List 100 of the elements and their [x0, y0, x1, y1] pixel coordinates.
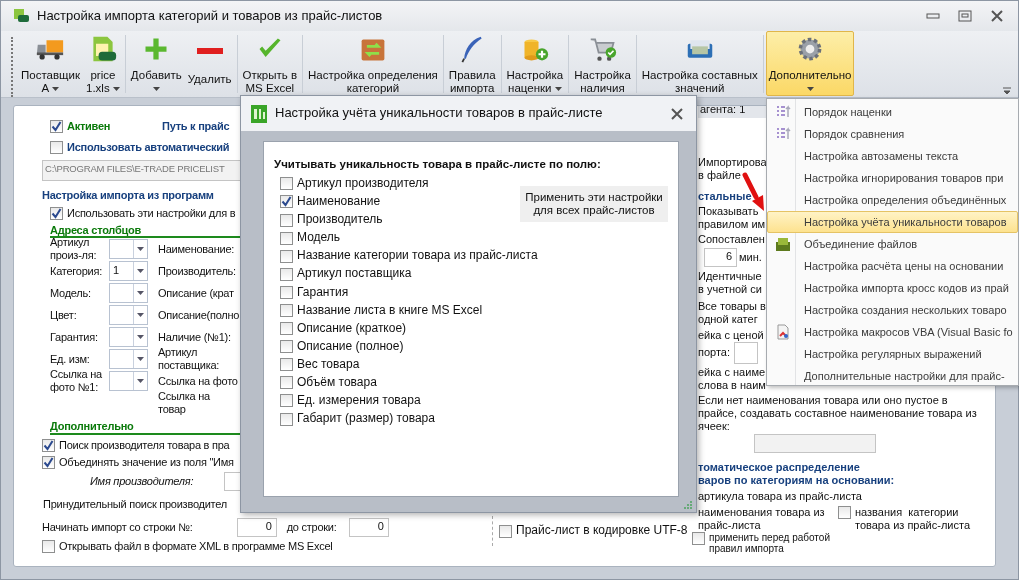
toolbar-button[interactable]: Открыть в MS Excel [239, 31, 301, 96]
checkbox-label: Активен [67, 120, 112, 133]
checkbox[interactable] [692, 532, 705, 545]
label-text: наименования товара из прайс-листа [698, 506, 826, 532]
close-button[interactable] [990, 9, 1004, 23]
combo-box[interactable] [109, 371, 148, 392]
toolbar-button[interactable]: Настройка составных значений [638, 31, 761, 96]
menu-item[interactable]: Настройка расчёта цены на основании [767, 255, 1018, 277]
checkbox[interactable] [280, 376, 293, 390]
menu-item[interactable]: Дополнительные настройки для прайс- [767, 365, 1018, 387]
checkbox[interactable] [280, 340, 293, 354]
menu-item[interactable]: Порядок наценки [767, 101, 1018, 123]
checkbox[interactable] [499, 524, 512, 538]
text-field[interactable] [754, 434, 876, 453]
document-icon [775, 324, 791, 340]
combo-box[interactable] [109, 327, 148, 348]
checkbox[interactable] [50, 141, 63, 154]
text-field[interactable] [734, 342, 759, 364]
app-icon [13, 8, 29, 24]
stack-icon [775, 236, 791, 252]
toolbar-button[interactable]: Настройка наценки [503, 31, 567, 96]
apply-button[interactable]: Применить эти настройки для всех прайс-листов [520, 186, 668, 222]
collapse-icon[interactable] [1002, 87, 1012, 95]
path-field[interactable]: C:\PROGRAM FILES\E-TRADE PRICELIST [42, 160, 242, 181]
checkbox[interactable] [50, 120, 63, 133]
checkbox-label: Открывать файл в формате XML в программе MS Excel [59, 539, 333, 553]
number-field[interactable]: 0 [236, 517, 277, 537]
section-heading: Путь к прайс [162, 120, 230, 133]
menu-item[interactable]: Настройка регулярных выражений [767, 343, 1018, 365]
combo-box[interactable]: 1 [109, 261, 148, 282]
section-heading: стальные [698, 190, 752, 202]
combo-box[interactable] [109, 283, 148, 304]
field-label: Гарантия: [50, 330, 99, 344]
label-text: одной катег [698, 313, 758, 325]
checkbox-label: Поиск производителя товара в пра [59, 439, 230, 452]
toolbar-button[interactable]: Дополнительно [765, 31, 855, 96]
field-label: до строки: [286, 520, 337, 534]
checkbox[interactable] [42, 539, 55, 553]
field-label: Наличие (№1): [158, 330, 232, 344]
close-button[interactable] [670, 106, 684, 121]
label-text: в учетной си [698, 283, 762, 295]
combo-box[interactable] [109, 349, 148, 370]
checkbox-label: Использовать эти настройки для в [67, 206, 236, 220]
toolbar-button[interactable]: Удалить [184, 31, 235, 96]
label-text: Импортирова [698, 156, 767, 168]
checkbox-label: Артикул поставщика [297, 267, 412, 282]
checkbox[interactable] [280, 394, 293, 408]
restore-button[interactable] [958, 9, 972, 23]
field-label: Ссылка на фото [158, 374, 238, 388]
caret-icon [137, 291, 144, 296]
checkbox[interactable] [280, 304, 293, 317]
checkbox[interactable] [280, 267, 293, 281]
caret-icon [137, 335, 144, 340]
checkbox-label: Название листа в книге MS Excel [297, 303, 483, 318]
checkbox[interactable] [280, 358, 293, 372]
menu-item[interactable]: Настройка макросов VBA (Visual Basic fo [767, 321, 1018, 343]
combo-box[interactable] [109, 239, 148, 260]
checkbox[interactable] [280, 285, 293, 299]
sort-list-icon [775, 104, 791, 120]
checkbox[interactable] [42, 438, 55, 452]
field-label: Ед. изм: [50, 352, 91, 366]
menu-item[interactable]: Настройка автозамены текста [767, 145, 1018, 167]
toolbar-button[interactable]: Правила импорта [445, 31, 499, 96]
checkbox[interactable] [50, 206, 63, 220]
number-field[interactable]: 0 [348, 517, 389, 537]
checkbox-label: Модель [297, 231, 341, 245]
checkbox[interactable] [280, 412, 293, 426]
checkbox[interactable] [280, 231, 293, 245]
menu-item[interactable]: Порядок сравнения [767, 123, 1018, 145]
label-text: ейка с наиме [698, 366, 766, 378]
checkbox[interactable] [280, 195, 293, 209]
checkbox-label: Название категории товара из прайс-листа [297, 249, 538, 264]
checkbox[interactable] [42, 455, 55, 469]
checkbox-label: Прайс-лист в кодировке UTF-8 [516, 524, 688, 538]
checkbox[interactable] [280, 177, 293, 191]
label-text: томатическое распределение [698, 461, 860, 473]
checkbox[interactable] [280, 322, 293, 336]
checkbox[interactable] [280, 213, 293, 227]
toolbar-button[interactable]: Настройка определения категорий [305, 31, 441, 96]
menu-item[interactable]: Настройка игнорирования товаров при [767, 167, 1018, 189]
menu-item[interactable]: Настройка определения объединённых [767, 189, 1018, 211]
checkbox-label: Производитель [297, 213, 383, 227]
label-text: Показывать [698, 205, 759, 217]
toolbar-button[interactable]: Поставщик А [18, 31, 83, 96]
checkbox[interactable] [280, 249, 293, 263]
menu-item[interactable]: Объединение файлов [767, 233, 1018, 255]
resize-grip[interactable] [684, 501, 692, 509]
number-field[interactable]: 6 [704, 248, 737, 267]
menu-item[interactable]: Настройка импорта кросс кодов из прай [767, 277, 1018, 299]
combo-box[interactable] [109, 305, 148, 326]
checkbox[interactable] [838, 506, 851, 519]
section-heading: Адреса столбцов [50, 223, 141, 236]
field-label: Наименование: [158, 242, 236, 256]
field-label: Модель: [50, 286, 92, 300]
toolbar-button[interactable]: Добавить [127, 31, 185, 96]
toolbar-button[interactable]: price 1.xls [83, 31, 123, 96]
menu-item[interactable]: Настройка учёта уникальности товаров [767, 211, 1018, 233]
menu-item[interactable]: Настройка создания нескольких товаро [767, 299, 1018, 321]
toolbar-button[interactable]: Настройка наличия [571, 31, 634, 96]
field-label: Принудительный поиск производител [43, 497, 228, 511]
